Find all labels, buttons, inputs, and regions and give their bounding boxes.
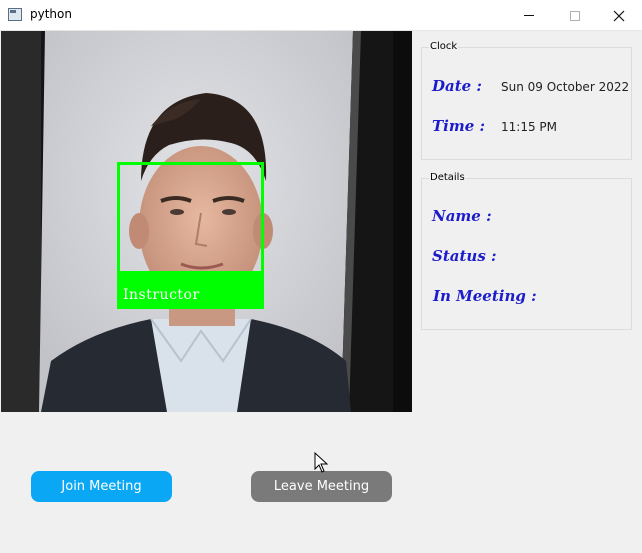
date-label: Date : (432, 77, 482, 95)
mouse-cursor-icon (314, 452, 329, 473)
clock-group-title: Clock (429, 41, 459, 52)
maximize-button[interactable] (552, 0, 598, 31)
face-label: Instructor (123, 287, 200, 303)
maximize-icon (570, 10, 580, 21)
leave-meeting-button[interactable]: Leave Meeting (251, 471, 392, 502)
window-title: python (30, 7, 72, 21)
join-meeting-button[interactable]: Join Meeting (31, 471, 172, 502)
in-meeting-label: In Meeting : (433, 287, 537, 305)
time-label: Time : (432, 117, 486, 135)
app-icon (8, 8, 22, 21)
time-value: 11:15 PM (501, 120, 557, 134)
details-group-title: Details (429, 172, 466, 183)
close-button[interactable] (596, 0, 642, 31)
close-icon (613, 10, 625, 21)
title-bar: python (0, 0, 642, 31)
clock-group: Clock (421, 41, 632, 160)
date-value: Sun 09 October 2022 (501, 80, 630, 94)
camera-feed: Instructor (1, 31, 412, 412)
minimize-icon (524, 15, 534, 16)
minimize-button[interactable] (506, 0, 552, 31)
name-label: Name : (432, 207, 492, 225)
status-label: Status : (432, 247, 497, 265)
